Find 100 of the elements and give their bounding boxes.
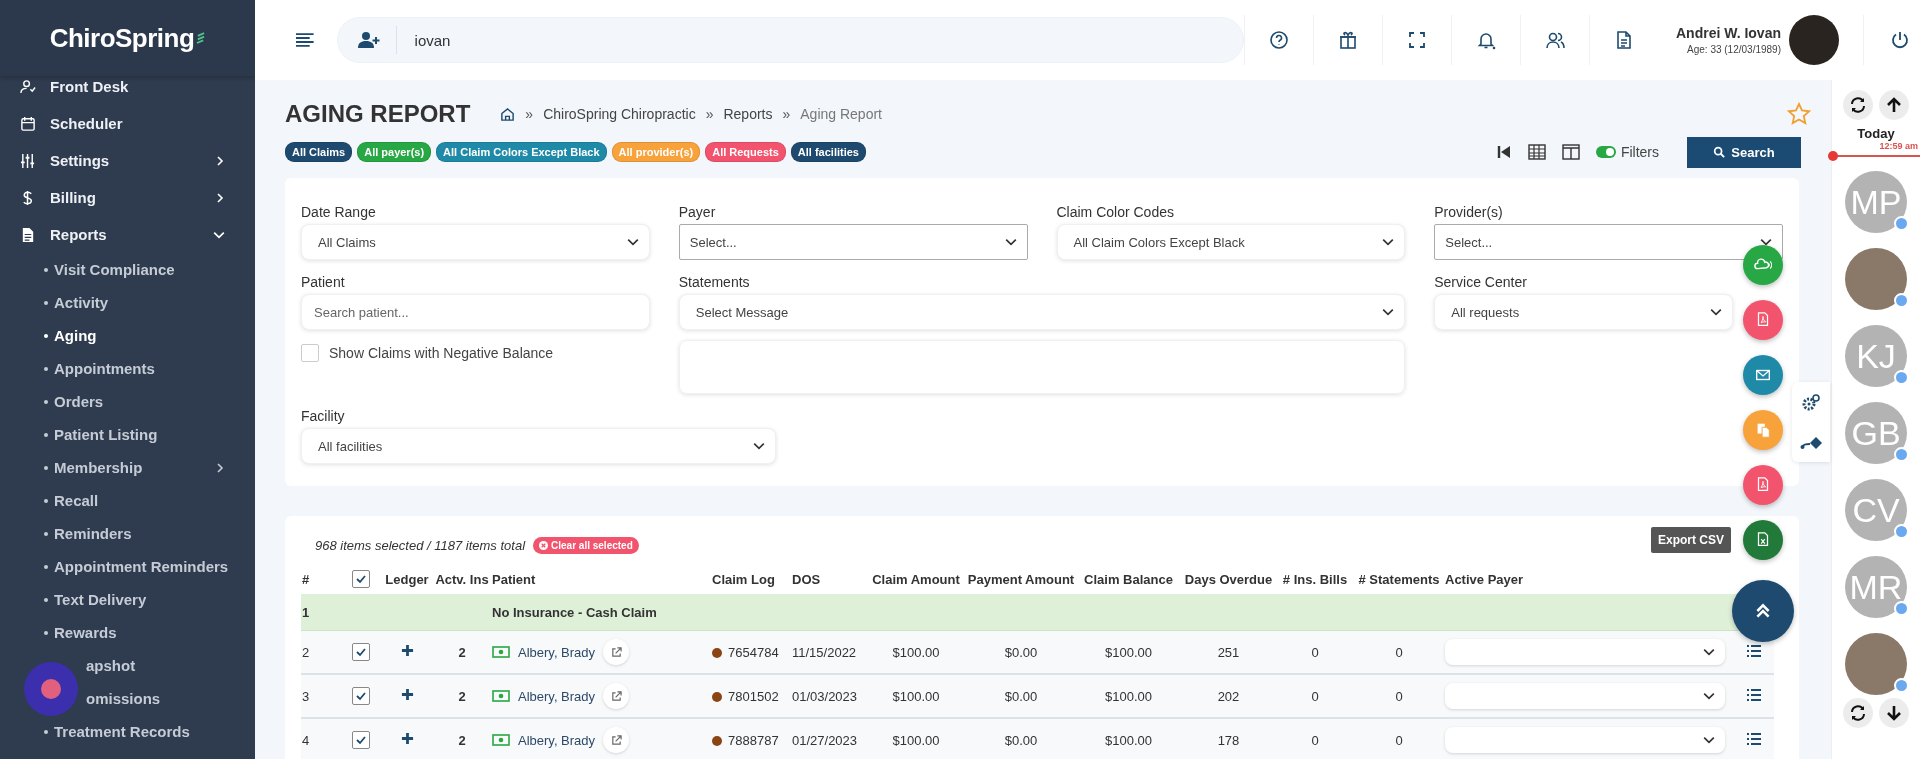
open-external-button[interactable] bbox=[603, 639, 630, 665]
app-logo[interactable]: ChiroSpring bbox=[49, 22, 195, 54]
column-header[interactable]: Days Overdue bbox=[1184, 571, 1273, 587]
patient-link[interactable]: Albery, Brady bbox=[518, 732, 596, 748]
sidebar-item[interactable]: Front Desk bbox=[0, 68, 255, 105]
checkbox-label: Show Claims with Negative Balance bbox=[329, 345, 554, 361]
sidebar-subitem[interactable]: Text Delivery bbox=[0, 583, 255, 616]
sidebar-subitem[interactable]: Aging bbox=[0, 319, 255, 352]
sidebar-item[interactable]: Scheduler bbox=[0, 105, 255, 142]
column-header[interactable]: # Ins. Bills bbox=[1282, 571, 1348, 587]
scroll-up-button[interactable] bbox=[1879, 90, 1909, 120]
profile-photo-placeholder[interactable] bbox=[1789, 15, 1839, 65]
column-header[interactable]: Patient bbox=[492, 571, 536, 587]
group-row-label: No Insurance - Cash Claim bbox=[492, 604, 657, 620]
filters-toggle[interactable]: Filters bbox=[1595, 144, 1659, 160]
field-label: Provider(s) bbox=[1434, 204, 1503, 220]
refresh-button[interactable] bbox=[1843, 90, 1873, 120]
gears-icon[interactable] bbox=[1801, 393, 1821, 413]
patient-search-field[interactable]: Search patient... bbox=[301, 294, 650, 330]
add-ledger-icon[interactable] bbox=[400, 732, 414, 745]
row-checkbox[interactable] bbox=[352, 643, 370, 661]
logo-leaf-icon bbox=[196, 31, 206, 45]
open-external-button[interactable] bbox=[603, 727, 630, 753]
table-cell: 0 bbox=[1311, 732, 1319, 748]
columns-icon[interactable] bbox=[1561, 144, 1580, 160]
facility-dropdown[interactable]: All facilities bbox=[301, 428, 776, 464]
negative-balance-checkbox[interactable] bbox=[301, 344, 319, 362]
column-header[interactable]: Ledger bbox=[385, 571, 429, 587]
add-ledger-icon[interactable] bbox=[400, 688, 414, 701]
external-link-icon bbox=[610, 734, 622, 746]
sidebar-subitem[interactable]: Treatment Records bbox=[0, 715, 255, 748]
breadcrumb-link[interactable]: ChiroSpring Chiropractic bbox=[543, 106, 696, 122]
column-header[interactable]: DOS bbox=[792, 571, 821, 587]
sidebar-subitem[interactable]: Orders bbox=[0, 385, 255, 418]
help-icon bbox=[1269, 30, 1289, 50]
list-icon[interactable] bbox=[1746, 687, 1762, 702]
table-cell: $0.00 bbox=[1004, 688, 1038, 704]
column-header[interactable]: Actv. Ins bbox=[435, 571, 489, 587]
sidebar-subitem[interactable]: Rewards bbox=[0, 616, 255, 649]
column-header[interactable]: # bbox=[302, 571, 310, 587]
row-checkbox[interactable] bbox=[352, 731, 370, 749]
list-icon[interactable] bbox=[1746, 731, 1762, 746]
sidebar-subitem[interactable]: Visit Compliance bbox=[0, 253, 255, 286]
patient-link[interactable]: Albery, Brady bbox=[518, 644, 596, 660]
arrow-up-icon bbox=[1886, 97, 1902, 113]
column-header[interactable]: Payment Amount bbox=[967, 571, 1075, 587]
row-checkbox[interactable] bbox=[352, 687, 370, 705]
statements-dropdown[interactable]: Select Message bbox=[678, 294, 1406, 330]
filter-tag: All payer(s) bbox=[357, 142, 432, 162]
table-cell: $100.00 bbox=[892, 732, 940, 748]
column-header[interactable]: Claim Amount bbox=[872, 571, 960, 587]
external-link-icon bbox=[610, 690, 622, 702]
sidebar-subitem[interactable]: Appointments bbox=[0, 352, 255, 385]
column-header[interactable]: # Statements bbox=[1358, 571, 1440, 587]
breadcrumb-link[interactable]: Reports bbox=[723, 106, 773, 122]
sidebar-subitem[interactable]: omissions bbox=[0, 682, 255, 715]
select-all-checkbox[interactable] bbox=[352, 570, 370, 588]
sidebar-subitem[interactable]: Appointment Reminders bbox=[0, 550, 255, 583]
check-icon bbox=[355, 573, 367, 585]
refresh-button[interactable] bbox=[1843, 698, 1873, 728]
payer-dropdown[interactable]: Select... bbox=[678, 224, 1028, 260]
chevron-down-icon bbox=[1703, 734, 1715, 746]
table-view-icon[interactable] bbox=[1527, 144, 1546, 160]
favorite-star-icon[interactable] bbox=[1787, 102, 1811, 126]
add-ledger-icon[interactable] bbox=[400, 644, 414, 657]
column-header[interactable]: Active Payer bbox=[1445, 571, 1524, 587]
open-external-button[interactable] bbox=[603, 683, 630, 709]
patient-search-field[interactable]: iovan bbox=[395, 26, 1223, 54]
list-icon[interactable] bbox=[1746, 643, 1762, 658]
sidebar-item[interactable]: Reports bbox=[0, 216, 255, 253]
column-header[interactable]: Claim Log bbox=[712, 571, 775, 587]
search-button[interactable]: Search bbox=[1687, 136, 1801, 168]
claim-color-dropdown[interactable]: All Claim Colors Except Black bbox=[1056, 224, 1406, 260]
search-field[interactable]: iovan bbox=[336, 17, 1244, 63]
table-cell: 2 bbox=[458, 644, 466, 660]
pour-icon[interactable] bbox=[1800, 435, 1822, 451]
menu-icon[interactable] bbox=[295, 32, 315, 48]
sidebar-subitem[interactable]: apshot bbox=[0, 649, 255, 682]
sidebar-subitem[interactable]: Membership bbox=[0, 451, 255, 484]
date-range-dropdown[interactable]: All Claims bbox=[301, 224, 650, 260]
fullscreen-icon bbox=[1407, 30, 1427, 50]
scroll-down-button[interactable] bbox=[1879, 698, 1909, 728]
sidebar-subitem[interactable]: Reminders bbox=[0, 517, 255, 550]
provider-dropdown[interactable]: Select... bbox=[1434, 224, 1783, 260]
home-icon[interactable] bbox=[500, 106, 516, 122]
service-center-dropdown[interactable]: All requests bbox=[1434, 294, 1733, 330]
power-icon[interactable] bbox=[1890, 30, 1910, 50]
add-user-icon[interactable] bbox=[357, 31, 380, 49]
sidebar-subitem[interactable]: Patient Listing bbox=[0, 418, 255, 451]
sidebar-item[interactable]: Billing bbox=[0, 179, 255, 216]
sidebar-subitem[interactable]: Recall bbox=[0, 484, 255, 517]
field-label: Claim Color Codes bbox=[1056, 204, 1174, 220]
selection-summary: 968 items selected / 1187 items total bbox=[315, 537, 526, 553]
export-tooltip: Export CSV bbox=[1651, 527, 1731, 553]
patient-link[interactable]: Albery, Brady bbox=[518, 688, 596, 704]
sidebar-subitem[interactable]: Activity bbox=[0, 286, 255, 319]
search-icon bbox=[1713, 146, 1726, 158]
column-header[interactable]: Claim Balance bbox=[1084, 571, 1173, 587]
sidebar-item[interactable]: Settings bbox=[0, 142, 255, 179]
first-page-icon[interactable] bbox=[1495, 144, 1512, 160]
